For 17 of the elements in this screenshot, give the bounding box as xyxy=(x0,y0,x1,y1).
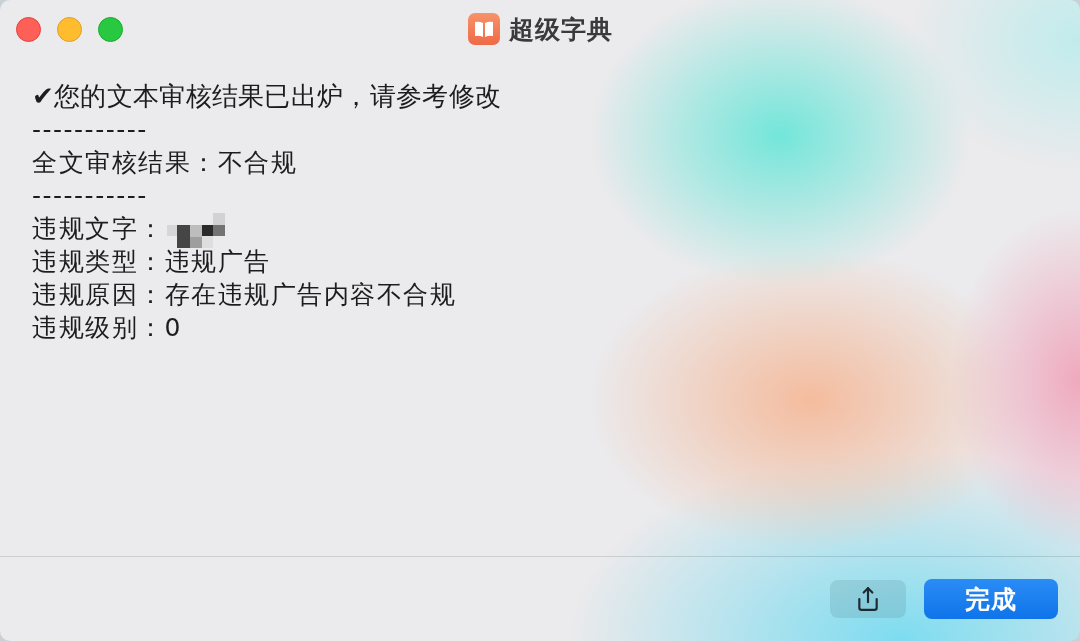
result-label: 违规文字： xyxy=(32,213,165,245)
close-button[interactable] xyxy=(16,16,41,42)
book-app-icon xyxy=(467,13,500,45)
pixel-mosaic-icon xyxy=(166,213,225,248)
window-title: 超级字典 xyxy=(508,13,613,46)
done-button[interactable]: 完成 xyxy=(924,579,1058,619)
result-line: 违规类型：违规广告 xyxy=(32,246,271,278)
share-icon xyxy=(855,586,881,612)
dashed-divider-text: ----------- xyxy=(32,181,148,210)
dashed-divider-text: ----------- xyxy=(32,115,148,144)
result-heading: ✔您的文本审核结果已出炉，请参考修改 xyxy=(32,80,502,113)
result-line: 违规原因：存在违规广告内容不合规 xyxy=(32,279,456,311)
zoom-button[interactable] xyxy=(98,16,123,42)
result-line: 违规级别：0 xyxy=(32,312,182,344)
share-button[interactable] xyxy=(830,580,906,618)
minimize-button[interactable] xyxy=(57,16,82,42)
result-line: 全文审核结果：不合规 xyxy=(32,147,297,179)
